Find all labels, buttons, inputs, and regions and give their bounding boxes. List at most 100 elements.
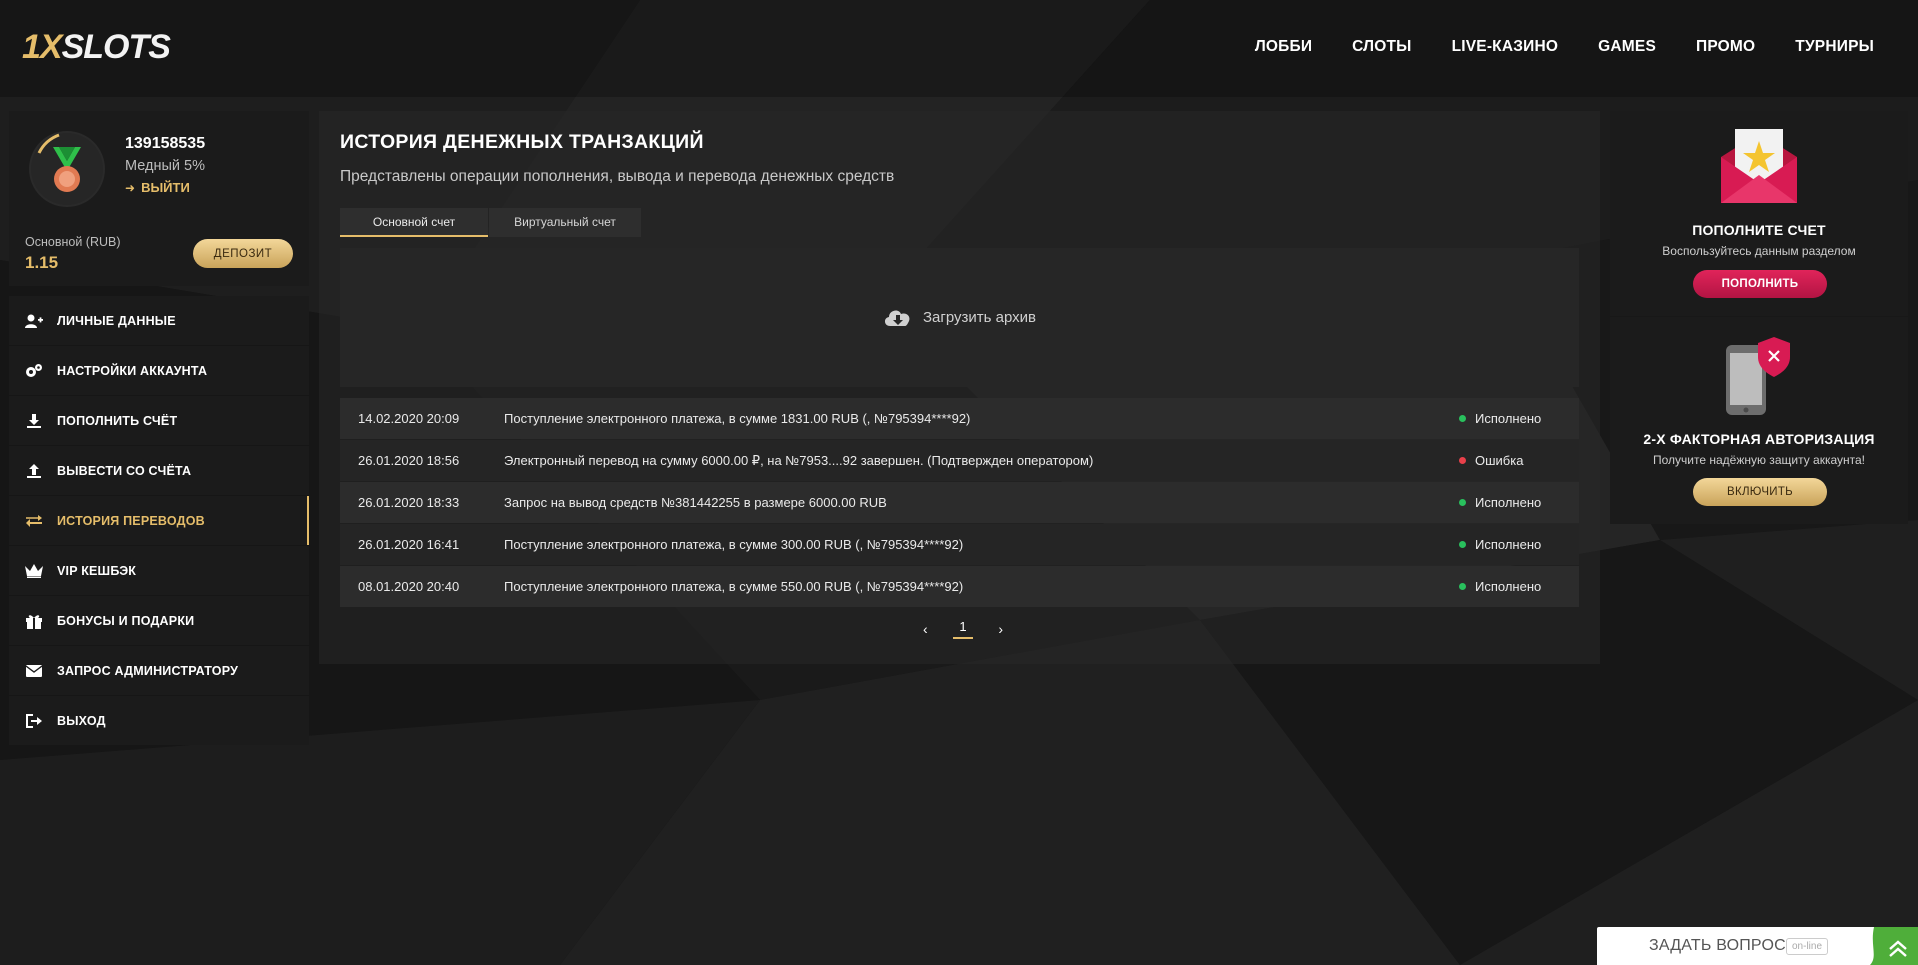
menu-item-withdraw[interactable]: ВЫВЕСТИ СО СЧЁТА <box>9 446 309 495</box>
page-title: ИСТОРИЯ ДЕНЕЖНЫХ ТРАНЗАКЦИЙ <box>340 131 704 153</box>
promo-2fa-title: 2-Х ФАКТОРНАЯ АВТОРИЗАЦИЯ <box>1643 431 1875 447</box>
online-badge: on-line <box>1786 938 1829 955</box>
status-ok-dot <box>1459 415 1466 422</box>
download-icon <box>24 413 44 429</box>
menu-item-personal-data[interactable]: ЛИЧНЫЕ ДАННЫЕ <box>9 296 309 345</box>
tab-main-account[interactable]: Основной счет <box>340 208 488 237</box>
nav-lobby[interactable]: ЛОББИ <box>1255 38 1312 56</box>
refill-button[interactable]: ПОПОЛНИТЬ <box>1693 270 1827 298</box>
prev-page-button[interactable]: ‹ <box>923 621 928 637</box>
transaction-description: Запрос на вывод средств №381442255 в раз… <box>504 495 887 510</box>
page-subtitle: Представлены операции пополнения, вывода… <box>340 168 895 185</box>
archive-label: Загрузить архив <box>922 309 1037 326</box>
status-badge: Исполнено <box>1459 537 1579 552</box>
cloud-download-icon <box>884 309 910 326</box>
logo-part-2: SLOTS <box>61 28 171 66</box>
status-ok-dot <box>1459 583 1466 590</box>
table-row: 26.01.2020 18:33 Запрос на вывод средств… <box>340 482 1579 523</box>
menu-item-label: ИСТОРИЯ ПЕРЕВОДОВ <box>57 513 205 528</box>
menu-item-bonuses[interactable]: БОНУСЫ И ПОДАРКИ <box>9 596 309 645</box>
envelope-star-icon <box>1721 129 1797 203</box>
loyalty-level: Медный 5% <box>125 158 205 174</box>
table-row: 26.01.2020 16:41 Поступление электронног… <box>340 524 1579 565</box>
menu-item-label: БОНУСЫ И ПОДАРКИ <box>57 613 195 628</box>
logout-link[interactable]: ➜ ВЫЙТИ <box>125 180 190 195</box>
menu-item-logout[interactable]: ВЫХОД <box>9 696 309 745</box>
status-text: Исполнено <box>1475 537 1542 552</box>
menu-item-label: НАСТРОЙКИ АККАУНТА <box>57 363 208 378</box>
status-ok-dot <box>1459 499 1466 506</box>
nav-promo[interactable]: ПРОМО <box>1696 38 1755 56</box>
pagination: ‹ 1 › <box>923 618 1003 640</box>
nav-tournaments[interactable]: ТУРНИРЫ <box>1795 38 1874 56</box>
menu-item-deposit[interactable]: ПОПОЛНИТЬ СЧЁТ <box>9 396 309 445</box>
deposit-button[interactable]: ДЕПОЗИТ <box>193 239 293 268</box>
balance-value: 1.15 <box>25 253 59 272</box>
promo-2fa-text: Получите надёжную защиту аккаунта! <box>1652 453 1865 467</box>
menu-item-label: ВЫХОД <box>57 713 106 728</box>
transaction-date: 14.02.2020 20:09 <box>358 411 460 426</box>
transaction-date: 26.01.2020 18:56 <box>358 453 460 468</box>
page-number-current[interactable]: 1 <box>953 619 973 639</box>
account-menu: ЛИЧНЫЕ ДАННЫЕ НАСТРОЙКИ АККАУНТА ПОПОЛНИ… <box>9 296 309 746</box>
transaction-history-panel: ИСТОРИЯ ДЕНЕЖНЫХ ТРАНЗАКЦИЙ Представлены… <box>319 111 1600 664</box>
user-add-icon <box>24 313 44 329</box>
ask-question-widget[interactable]: ЗАДАТЬ ВОПРОС on-line <box>1597 927 1918 965</box>
enable-2fa-button[interactable]: ВКЛЮЧИТЬ <box>1693 478 1827 506</box>
logo-part-1: 1X <box>22 28 63 66</box>
transaction-description: Электронный перевод на сумму 6000.00 ₽, … <box>504 452 1094 468</box>
status-ok-dot <box>1459 541 1466 548</box>
transaction-description: Поступление электронного платежа, в сумм… <box>504 579 964 594</box>
menu-item-vip-cashback[interactable]: VIP КЕШБЭК <box>9 546 309 595</box>
avatar <box>29 131 105 207</box>
status-badge: Ошибка <box>1459 453 1579 468</box>
menu-item-admin-request[interactable]: ЗАПРОС АДМИНИСТРАТОРУ <box>9 646 309 695</box>
status-badge: Исполнено <box>1459 411 1579 426</box>
user-id: 139158535 <box>125 135 206 152</box>
promo-refill-text: Воспользуйтесь данным разделом <box>1662 244 1856 258</box>
sign-out-icon: ➜ <box>125 180 136 195</box>
promo-2fa-card: 2-Х ФАКТОРНАЯ АВТОРИЗАЦИЯ Получите надёж… <box>1610 317 1908 524</box>
menu-item-account-settings[interactable]: НАСТРОЙКИ АККАУНТА <box>9 346 309 395</box>
transaction-date: 26.01.2020 18:33 <box>358 495 460 510</box>
chat-label: ЗАДАТЬ ВОПРОС <box>1649 937 1786 954</box>
transaction-description: Поступление электронного платежа, в сумм… <box>504 537 964 552</box>
transaction-date: 08.01.2020 20:40 <box>358 579 460 594</box>
account-tabs: Основной счет Виртуальный счет <box>340 208 641 237</box>
logout-label: ВЫЙТИ <box>141 180 190 195</box>
menu-item-transfer-history[interactable]: ИСТОРИЯ ПЕРЕВОДОВ <box>9 496 309 545</box>
next-page-button[interactable]: › <box>998 621 1003 637</box>
gears-icon <box>24 363 44 379</box>
phone-shield-icon <box>1726 337 1790 415</box>
menu-item-label: ПОПОЛНИТЬ СЧЁТ <box>57 413 178 428</box>
site-logo[interactable]: 1XSLOTS <box>22 28 171 66</box>
promo-refill-title: ПОПОЛНИТЕ СЧЕТ <box>1692 222 1826 238</box>
nav-games[interactable]: GAMES <box>1598 38 1656 56</box>
status-text: Ошибка <box>1475 453 1524 468</box>
table-row: 14.02.2020 20:09 Поступление электронног… <box>340 398 1579 439</box>
main-nav: ЛОББИ СЛОТЫ LIVE-КАЗИНО GAMES ПРОМО ТУРН… <box>1255 38 1874 56</box>
status-error-dot <box>1459 457 1466 464</box>
balance-label: Основной (RUB) <box>25 235 121 249</box>
status-badge: Исполнено <box>1459 495 1579 510</box>
crown-icon <box>24 563 44 579</box>
gift-icon <box>24 613 44 629</box>
transaction-description: Поступление электронного платежа, в сумм… <box>504 411 971 426</box>
profile-card: 139158535 Медный 5% ➜ ВЫЙТИ Основной (RU… <box>9 111 309 286</box>
medal-icon <box>31 133 103 205</box>
upload-icon <box>24 463 44 479</box>
download-archive-button[interactable]: Загрузить архив <box>340 248 1579 387</box>
envelope-icon <box>24 663 44 679</box>
transaction-date: 26.01.2020 16:41 <box>358 537 460 552</box>
status-badge: Исполнено <box>1459 579 1579 594</box>
transactions-table: 14.02.2020 20:09 Поступление электронног… <box>340 398 1579 608</box>
promo-refill-card: ПОПОЛНИТЕ СЧЕТ Воспользуйтесь данным раз… <box>1610 111 1908 316</box>
top-header: 1XSLOTS ЛОББИ СЛОТЫ LIVE-КАЗИНО GAMES ПР… <box>0 0 1918 97</box>
menu-item-label: ЛИЧНЫЕ ДАННЫЕ <box>57 313 176 328</box>
nav-live-casino[interactable]: LIVE-КАЗИНО <box>1452 38 1559 56</box>
status-text: Исполнено <box>1475 411 1542 426</box>
nav-slots[interactable]: СЛОТЫ <box>1352 38 1411 56</box>
menu-item-label: ЗАПРОС АДМИНИСТРАТОРУ <box>57 663 239 678</box>
tab-virtual-account[interactable]: Виртуальный счет <box>489 208 641 237</box>
chevron-up-icon[interactable] <box>1866 927 1918 965</box>
